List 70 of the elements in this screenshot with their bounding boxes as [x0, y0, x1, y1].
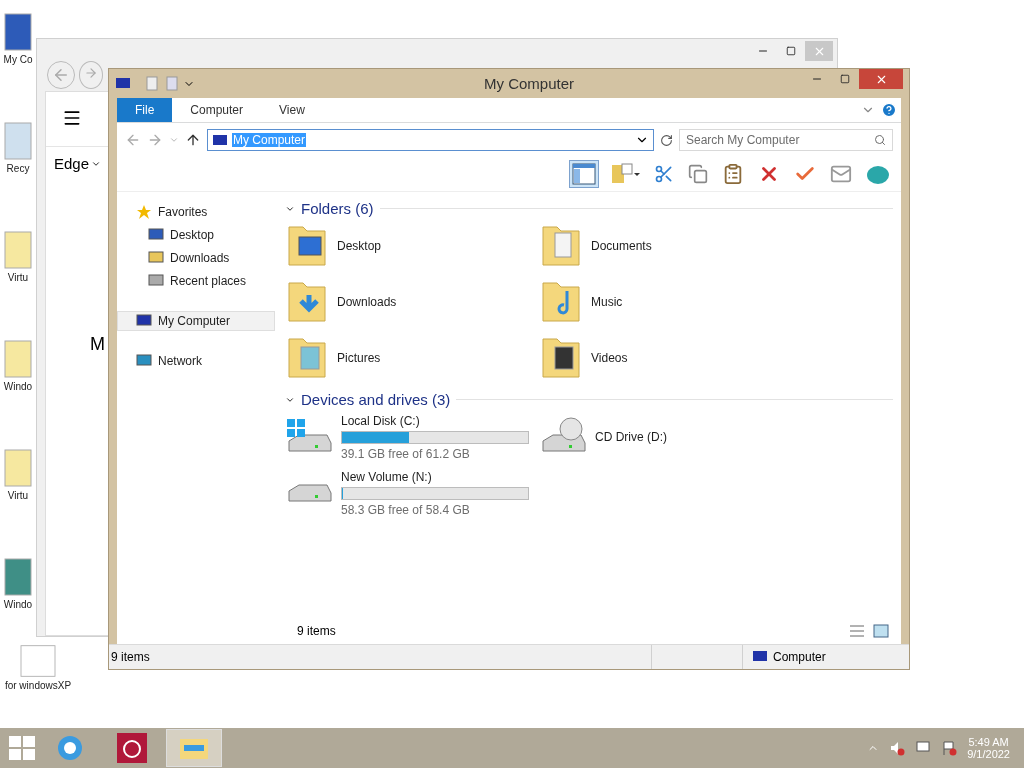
window-title: My Computer: [483, 75, 575, 92]
star-icon: [136, 204, 152, 220]
folder-name[interactable]: Documents: [591, 239, 652, 253]
muted-speaker-icon[interactable]: [889, 740, 906, 756]
desktop-icon-label: Virtu: [7, 272, 29, 283]
desktop-icon-label: My Co: [3, 54, 33, 65]
recent-caret-button[interactable]: [169, 135, 179, 145]
maximize-icon: [840, 74, 850, 84]
drive-icon: [285, 483, 333, 503]
envelope-icon: [830, 163, 852, 185]
nav-item[interactable]: Downloads: [117, 248, 275, 268]
up-button[interactable]: [185, 132, 201, 148]
help-icon[interactable]: [881, 102, 897, 118]
folder-name[interactable]: Videos: [591, 351, 628, 365]
folder-name[interactable]: Downloads: [337, 295, 397, 309]
free-space-text: 39.1 GB free of 61.2 GB: [341, 446, 471, 461]
details-view-icon[interactable]: [849, 624, 865, 638]
document-icon[interactable]: [145, 75, 159, 92]
item-count: 9 items: [297, 624, 336, 638]
drive-name[interactable]: New Volume (N:): [341, 469, 529, 484]
scissors-icon: [654, 164, 674, 184]
flag-icon[interactable]: [941, 740, 958, 756]
forward-arrow-icon: [84, 66, 98, 80]
free-space-text: 58.3 GB free of 58.4 GB: [341, 502, 471, 517]
dropdown-button[interactable]: Edge: [54, 155, 102, 172]
caret-icon: [169, 135, 179, 145]
desktop-icon-label: Recy: [6, 163, 30, 174]
desktop-icon-label: Virtu: [7, 490, 29, 501]
network-icon: [136, 354, 152, 368]
start-button[interactable]: [8, 735, 36, 761]
ribbon-tab[interactable]: File: [117, 98, 173, 122]
computer-icon: [115, 76, 131, 91]
search-icon: [874, 134, 886, 146]
desktop-icon-label: Windo: [3, 599, 33, 610]
drive-name[interactable]: CD Drive (D:): [595, 430, 667, 444]
computer-icon: [136, 314, 152, 328]
forward-button[interactable]: [147, 132, 163, 148]
folder-name[interactable]: Desktop: [337, 239, 382, 253]
forward-arrow-icon: [147, 132, 163, 148]
status-count: 9 items: [110, 650, 151, 664]
section-heading[interactable]: Devices and drives (3): [301, 391, 451, 408]
alarm-clock-icon: [117, 733, 147, 763]
desktop-icon-label: for windowsXP: [3, 680, 73, 691]
nav-item[interactable]: Desktop: [117, 225, 275, 245]
nav-item[interactable]: Network: [117, 351, 275, 371]
maximize-icon: [786, 46, 796, 56]
back-button[interactable]: [125, 132, 141, 148]
document-icon[interactable]: [165, 75, 179, 92]
copy-icon: [688, 164, 708, 184]
large-icons-view-icon[interactable]: [873, 624, 889, 638]
nav-item[interactable]: Favorites: [117, 202, 275, 222]
drive-name[interactable]: Local Disk (C:): [341, 413, 529, 428]
page-text: M: [90, 334, 105, 355]
menu-icon[interactable]: [62, 108, 82, 128]
refresh-icon: [660, 133, 673, 147]
close-button[interactable]: [859, 69, 903, 89]
preview-pane-button[interactable]: [569, 160, 599, 188]
computer-icon[interactable]: [3, 12, 33, 52]
clipboard-icon: [722, 163, 744, 185]
browser-icon: [55, 733, 85, 763]
computer-icon: [212, 134, 228, 146]
search-field[interactable]: Search My Computer: [679, 129, 893, 151]
folder-name[interactable]: Pictures: [337, 351, 381, 365]
nav-item[interactable]: Recent places: [117, 271, 275, 291]
status-location: Computer: [773, 650, 826, 664]
refresh-button[interactable]: [660, 133, 673, 147]
desktop-icon-label: Windo: [3, 381, 33, 392]
nav-item[interactable]: My Computer: [117, 311, 275, 331]
section-heading[interactable]: Folders (6): [301, 200, 374, 217]
folder-name[interactable]: Music: [591, 295, 623, 309]
